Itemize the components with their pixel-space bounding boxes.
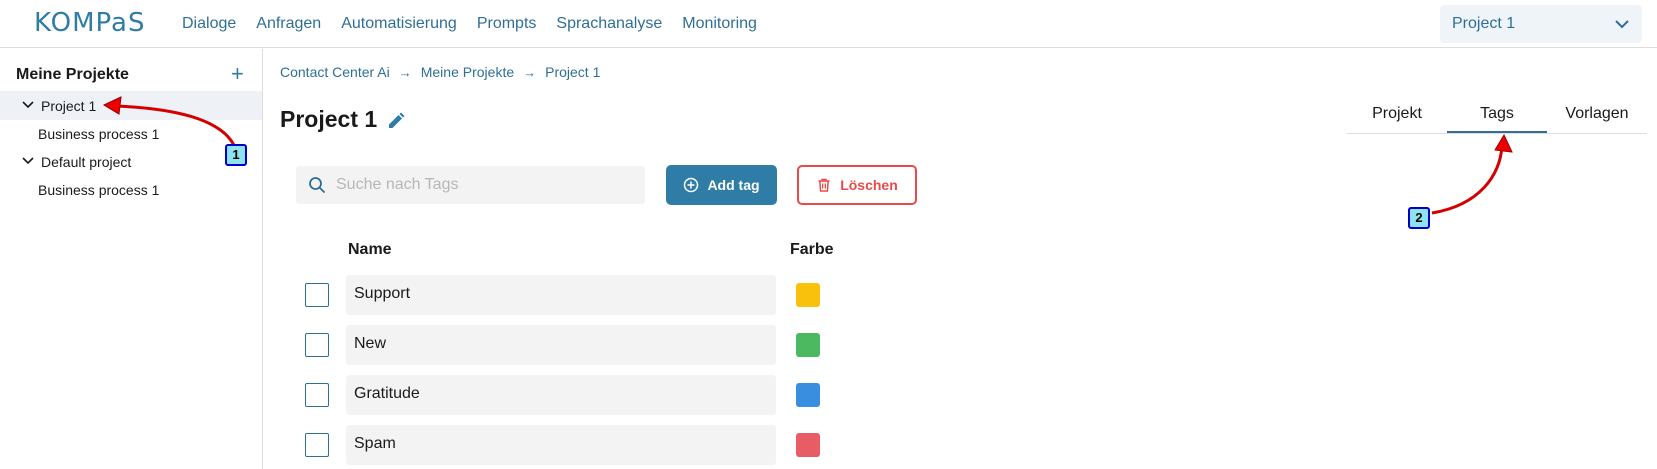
tree-item-label: Business process 1: [38, 126, 160, 142]
annotation-badge: 2: [1408, 207, 1430, 229]
search-icon: [309, 177, 326, 194]
tree-item-business-process[interactable]: Business process 1: [0, 175, 262, 204]
nav-dialoge[interactable]: Dialoge: [182, 15, 236, 33]
breadcrumb-item[interactable]: Project 1: [545, 64, 600, 80]
tag-name-field[interactable]: Support: [346, 275, 776, 315]
tree-item-label: Business process 1: [38, 182, 160, 198]
nav-prompts[interactable]: Prompts: [477, 15, 537, 33]
top-bar: KOMPaS Dialoge Anfragen Automatisierung …: [0, 0, 1657, 48]
arrow-right-icon: →: [523, 64, 537, 80]
project-selector-value: Project 1: [1452, 15, 1516, 32]
tab-bar: Projekt Tags Vorlagen: [1347, 97, 1647, 134]
tree-item-project-1[interactable]: Project 1: [0, 91, 262, 120]
tree-item-label: Project 1: [41, 98, 97, 114]
breadcrumb-item[interactable]: Meine Projekte: [421, 64, 514, 80]
tab-vorlagen[interactable]: Vorlagen: [1547, 97, 1647, 133]
tab-tags[interactable]: Tags: [1447, 97, 1547, 133]
tag-name-field[interactable]: Spam: [346, 425, 776, 465]
color-swatch[interactable]: [796, 433, 820, 457]
row-checkbox[interactable]: [305, 333, 329, 357]
color-swatch[interactable]: [796, 283, 820, 307]
nav-sprachanalyse[interactable]: Sprachanalyse: [556, 15, 662, 33]
row-checkbox[interactable]: [305, 383, 329, 407]
delete-label: Löschen: [840, 177, 898, 193]
pencil-icon[interactable]: [386, 111, 406, 131]
tag-name-field[interactable]: New: [346, 325, 776, 365]
nav-automatisierung[interactable]: Automatisierung: [341, 15, 457, 33]
breadcrumb-item[interactable]: Contact Center Ai: [280, 64, 390, 80]
table-row: Support: [0, 275, 900, 315]
table-row: New: [0, 325, 900, 365]
chevron-down-icon[interactable]: [22, 155, 34, 167]
project-selector[interactable]: Project 1: [1440, 5, 1642, 43]
search-input[interactable]: [336, 166, 636, 204]
color-swatch[interactable]: [796, 383, 820, 407]
chevron-down-icon[interactable]: [22, 99, 34, 111]
page-title: Project 1: [280, 106, 378, 132]
tree-item-default-project[interactable]: Default project: [0, 147, 262, 176]
add-tag-button[interactable]: Add tag: [666, 165, 777, 205]
sidebar-title: Meine Projekte: [16, 66, 129, 83]
trash-icon: [818, 178, 830, 192]
chevron-down-icon: [1615, 20, 1629, 29]
annotation-badge: 1: [225, 144, 247, 166]
tag-name-field[interactable]: Gratitude: [346, 375, 776, 415]
row-checkbox[interactable]: [305, 283, 329, 307]
app-logo[interactable]: KOMPaS: [34, 8, 145, 38]
add-project-icon[interactable]: +: [231, 63, 244, 85]
row-checkbox[interactable]: [305, 433, 329, 457]
add-tag-label: Add tag: [707, 177, 760, 193]
tree-item-business-process[interactable]: Business process 1: [0, 119, 262, 148]
table-row: Spam: [0, 425, 900, 465]
table-row: Gratitude: [0, 375, 900, 415]
delete-button[interactable]: Löschen: [797, 165, 917, 205]
breadcrumb: Contact Center Ai → Meine Projekte → Pro…: [280, 64, 600, 80]
tab-projekt[interactable]: Projekt: [1347, 97, 1447, 133]
color-swatch[interactable]: [796, 333, 820, 357]
column-header-farbe: Farbe: [790, 241, 834, 258]
search-box: [296, 166, 645, 204]
main-nav: Dialoge Anfragen Automatisierung Prompts…: [182, 15, 777, 33]
plus-circle-icon: [684, 177, 699, 193]
tree-item-label: Default project: [41, 154, 132, 170]
arrow-right-icon: →: [398, 64, 412, 80]
column-header-name: Name: [348, 241, 392, 258]
nav-monitoring[interactable]: Monitoring: [682, 15, 757, 33]
nav-anfragen[interactable]: Anfragen: [256, 15, 321, 33]
